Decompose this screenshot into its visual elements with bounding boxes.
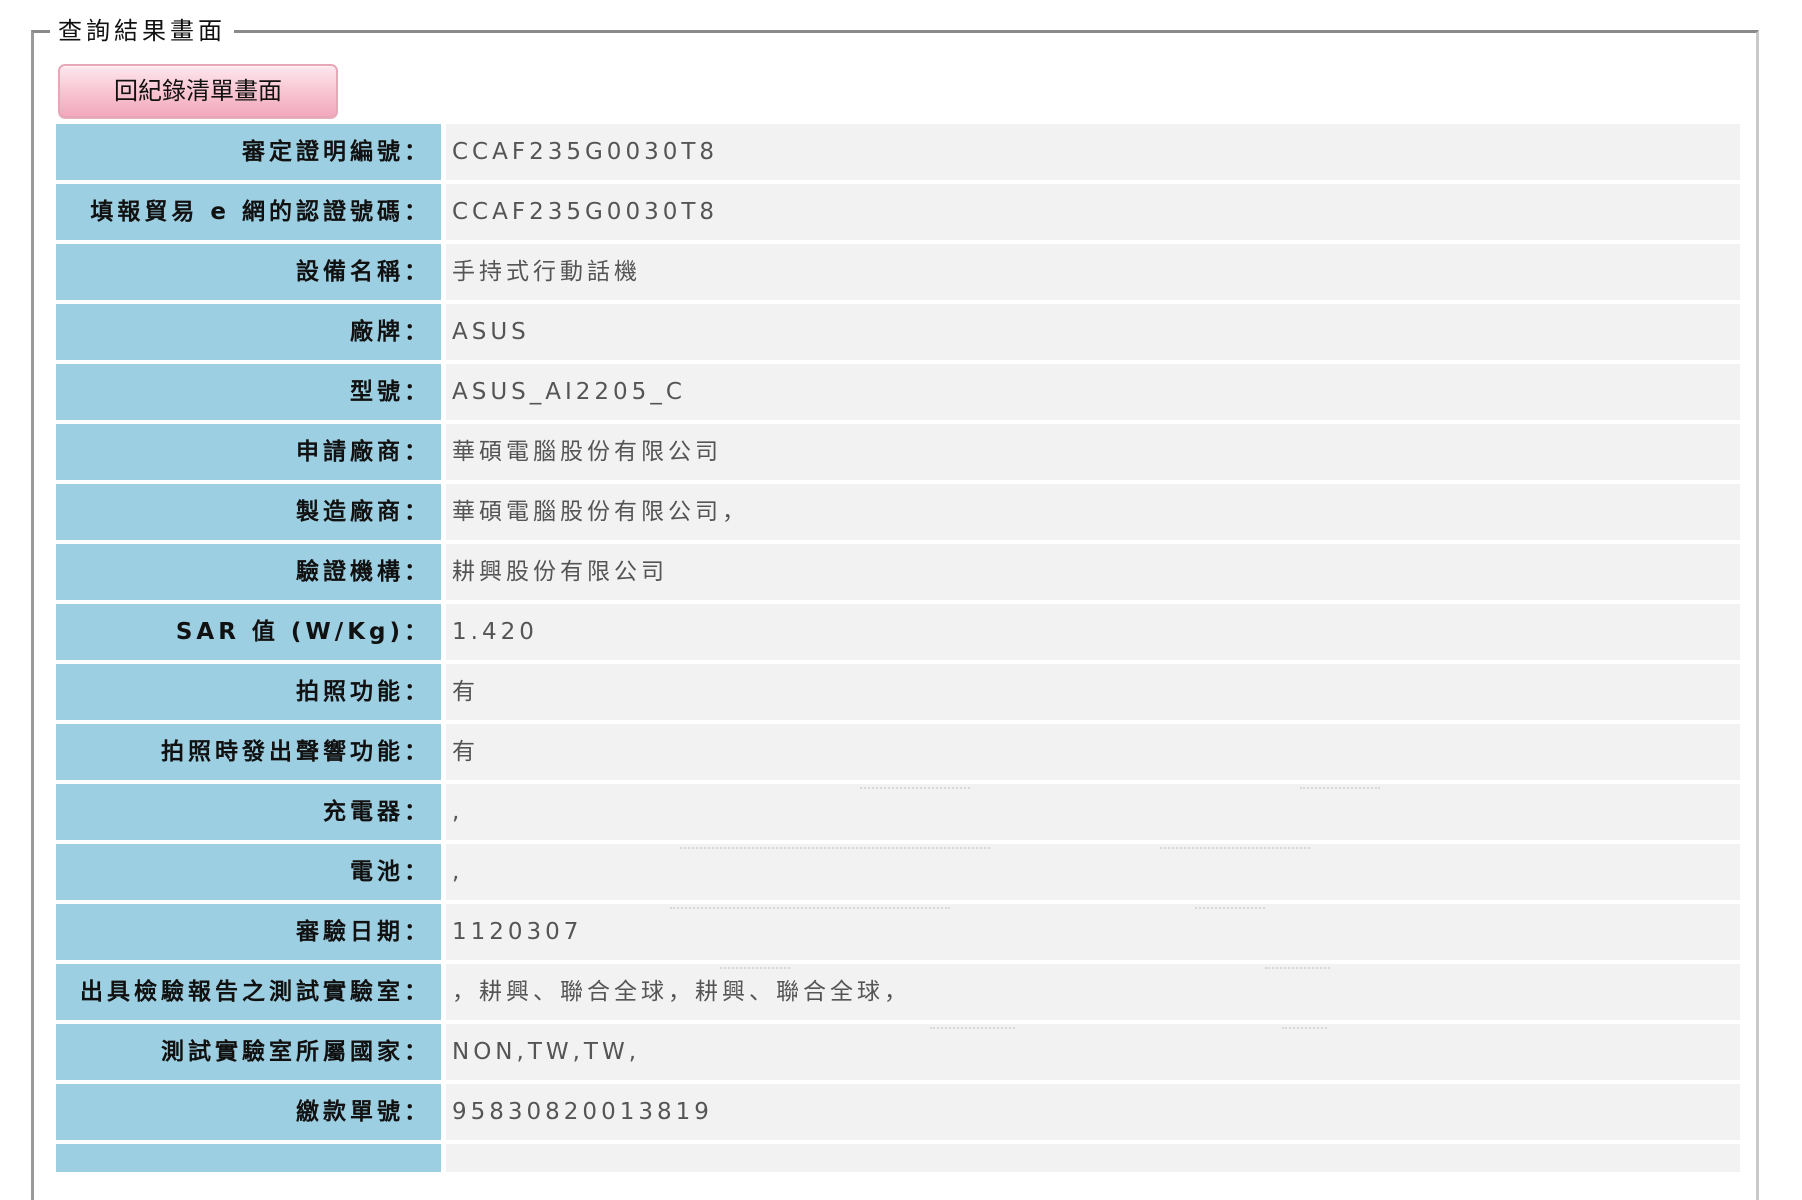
table-row-camera-function: 拍照功能： 有 — [56, 664, 1740, 720]
row-value: 手持式行動話機 — [446, 244, 1740, 300]
dotted-artifact — [1265, 967, 1330, 969]
dotted-artifact — [670, 907, 950, 909]
row-label: 申請廠商： — [56, 424, 441, 480]
row-label: 審定證明編號： — [56, 124, 441, 180]
row-label: 繳款單號： — [56, 1084, 441, 1140]
table-row-approval-date: 審驗日期： 1120307 — [56, 904, 1740, 960]
row-value: 95830820013819 — [446, 1084, 1740, 1140]
row-value: ASUS — [446, 304, 1740, 360]
table-row-model: 型號： ASUS_AI2205_C — [56, 364, 1740, 420]
row-label: 充電器： — [56, 784, 441, 840]
row-value: 耕興股份有限公司 — [446, 544, 1740, 600]
fieldset-legend: 查詢結果畫面 — [50, 14, 234, 48]
row-label: 審驗日期： — [56, 904, 441, 960]
row-label: 填報貿易 e 網的認證號碼： — [56, 184, 441, 240]
table-row-trade-net-number: 填報貿易 e 網的認證號碼： CCAF235G0030T8 — [56, 184, 1740, 240]
row-label: 設備名稱： — [56, 244, 441, 300]
row-label: 製造廠商： — [56, 484, 441, 540]
table-row-applicant: 申請廠商： 華碩電腦股份有限公司 — [56, 424, 1740, 480]
row-label: SAR 值 (W/Kg)： — [56, 604, 441, 660]
row-value: CCAF235G0030T8 — [446, 184, 1740, 240]
table-row-partial — [56, 1144, 1740, 1172]
row-value: CCAF235G0030T8 — [446, 124, 1740, 180]
row-label: 測試實驗室所屬國家： — [56, 1024, 441, 1080]
row-value: 1.420 — [446, 604, 1740, 660]
table-row-equipment-name: 設備名稱： 手持式行動話機 — [56, 244, 1740, 300]
row-label: 廠牌： — [56, 304, 441, 360]
table-row-brand: 廠牌： ASUS — [56, 304, 1740, 360]
dotted-artifact — [1282, 1027, 1327, 1029]
dotted-artifact — [720, 967, 790, 969]
table-row-certificate-number: 審定證明編號： CCAF235G0030T8 — [56, 124, 1740, 180]
dotted-artifact — [860, 787, 970, 789]
row-value: , — [446, 844, 1740, 900]
dotted-artifact — [680, 847, 990, 849]
table-row-sar-value: SAR 值 (W/Kg)： 1.420 — [56, 604, 1740, 660]
dotted-artifact — [930, 1027, 1015, 1029]
table-row-battery: 電池： , — [56, 844, 1740, 900]
dotted-artifact — [1195, 907, 1265, 909]
table-row-manufacturer: 製造廠商： 華碩電腦股份有限公司， — [56, 484, 1740, 540]
table-row-charger: 充電器： , — [56, 784, 1740, 840]
dotted-artifact — [1300, 787, 1380, 789]
row-value: 華碩電腦股份有限公司 — [446, 424, 1740, 480]
row-label: 驗證機構： — [56, 544, 441, 600]
row-label: 型號： — [56, 364, 441, 420]
row-value — [446, 1144, 1740, 1172]
row-value: ASUS_AI2205_C — [446, 364, 1740, 420]
row-label: 電池： — [56, 844, 441, 900]
back-to-record-list-button[interactable]: 回紀錄清單畫面 — [58, 64, 338, 118]
row-value: 1120307 — [446, 904, 1740, 960]
row-value: , — [446, 784, 1740, 840]
result-table: 審定證明編號： CCAF235G0030T8 填報貿易 e 網的認證號碼： CC… — [56, 124, 1740, 1172]
row-value: 有 — [446, 724, 1740, 780]
table-row-test-laboratory: 出具檢驗報告之測試實驗室： ，耕興、聯合全球，耕興、聯合全球， — [56, 964, 1740, 1020]
row-label — [56, 1144, 441, 1172]
dotted-artifact — [1160, 847, 1310, 849]
row-label: 拍照功能： — [56, 664, 441, 720]
row-label: 出具檢驗報告之測試實驗室： — [56, 964, 441, 1020]
table-row-certification-body: 驗證機構： 耕興股份有限公司 — [56, 544, 1740, 600]
row-label: 拍照時發出聲響功能： — [56, 724, 441, 780]
row-value: 華碩電腦股份有限公司， — [446, 484, 1740, 540]
table-row-laboratory-country: 測試實驗室所屬國家： NON,TW,TW, — [56, 1024, 1740, 1080]
row-value: 有 — [446, 664, 1740, 720]
table-row-shutter-sound: 拍照時發出聲響功能： 有 — [56, 724, 1740, 780]
table-row-payment-number: 繳款單號： 95830820013819 — [56, 1084, 1740, 1140]
row-value: NON,TW,TW, — [446, 1024, 1740, 1080]
row-value: ，耕興、聯合全球，耕興、聯合全球， — [446, 964, 1740, 1020]
